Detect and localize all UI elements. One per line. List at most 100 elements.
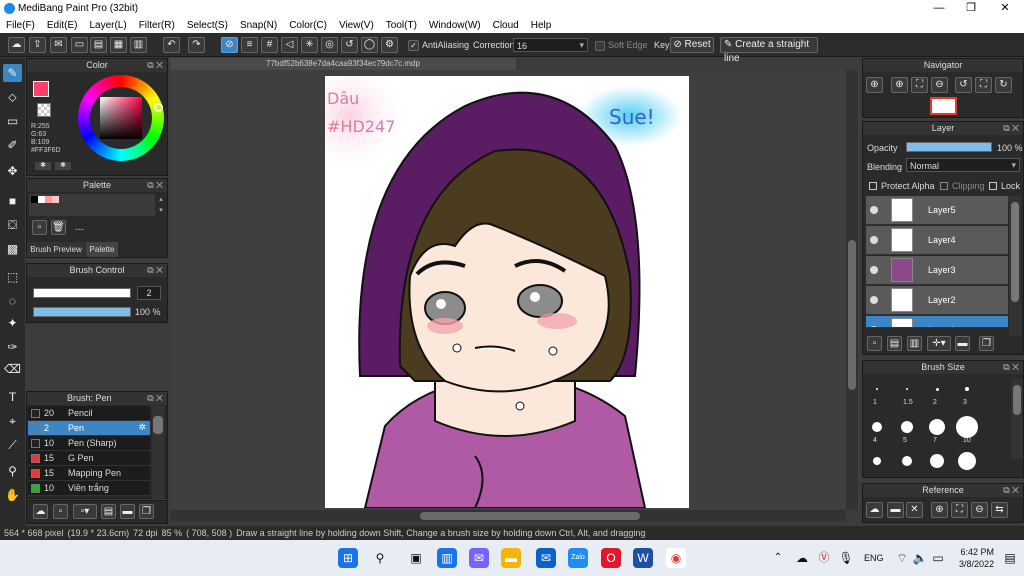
brush-item[interactable]: 2 Pen ✲ <box>28 421 150 436</box>
volume-icon[interactable]: 🔈 <box>910 548 930 568</box>
color-picker-button[interactable]: ✱ <box>55 162 71 170</box>
create-straight-line-button[interactable]: ✎ Create a straight line <box>720 37 818 64</box>
menu-layer[interactable]: Layer(L) <box>89 20 126 31</box>
layer-mask-icon[interactable]: ▥ <box>907 336 922 351</box>
select-tool-icon[interactable]: ⬚ <box>3 268 22 286</box>
page-icon[interactable]: ▭ <box>71 37 88 53</box>
color-sv-square[interactable] <box>100 97 142 139</box>
snap-off-icon[interactable]: ⊘ <box>221 37 238 53</box>
vivaldi-tray-icon[interactable]: Ⓥ <box>814 548 834 568</box>
word-icon[interactable]: W <box>633 548 653 568</box>
clock[interactable]: 6:42 PM 3/8/2022 <box>952 546 994 570</box>
close-panel-icon[interactable]: ⧉ ✕ <box>147 59 163 72</box>
menu-view[interactable]: View(V) <box>339 20 374 31</box>
menu-cloud[interactable]: Cloud <box>493 20 519 31</box>
tab-brush-preview[interactable]: Brush Preview <box>27 242 85 257</box>
cross-snap-icon[interactable]: # <box>261 37 278 53</box>
clipping-checkbox[interactable] <box>940 182 948 190</box>
brush-opacity-slider[interactable] <box>33 307 131 317</box>
palette-swatch[interactable] <box>38 196 45 203</box>
magic-wand-tool-icon[interactable]: ✦ <box>3 314 22 332</box>
drawing-paper[interactable]: Dâu #HD247 Sue! <box>325 76 689 508</box>
rotate-left-icon[interactable]: ↺ <box>955 77 972 93</box>
operation-tool-icon[interactable]: ⌖ <box>3 412 22 430</box>
comment-icon[interactable]: ✉ <box>50 37 67 53</box>
brush-size-slider[interactable] <box>33 288 131 298</box>
gradient-tool-icon[interactable]: ▩ <box>3 240 22 258</box>
menu-snap[interactable]: Snap(N) <box>240 20 277 31</box>
undo-icon[interactable]: ↶ <box>163 37 180 53</box>
correction-select[interactable]: 16 ▾ <box>513 38 588 52</box>
radial-snap-icon[interactable]: ✳ <box>301 37 318 53</box>
color-mode-button[interactable]: ✱ <box>35 162 51 170</box>
zoom-out-icon[interactable]: ⊖ <box>931 77 948 93</box>
antialias-checkbox[interactable]: ✓ <box>408 40 419 51</box>
brush-copy-icon[interactable]: ▤ <box>101 504 116 519</box>
grid-icon[interactable]: ▦ <box>110 37 127 53</box>
tab-palette[interactable]: Palette <box>86 242 118 257</box>
palette-swatch[interactable] <box>31 196 38 203</box>
brush-item[interactable]: 10 Viền trắng <box>28 481 150 496</box>
brush-size-dot[interactable] <box>876 388 878 390</box>
file-explorer-icon[interactable]: ▬ <box>501 548 521 568</box>
brush-size-dot[interactable] <box>935 387 939 391</box>
add-brush-icon[interactable]: ▫▾ <box>73 504 97 519</box>
layer-row[interactable]: Layer2 <box>866 286 1008 315</box>
brush-size-dot[interactable] <box>956 416 978 438</box>
opera-icon[interactable]: O <box>601 548 621 568</box>
circle-snap-icon[interactable]: ◎ <box>321 37 338 53</box>
cloud-icon[interactable]: ☁ <box>8 37 25 53</box>
palette-swatch[interactable] <box>52 196 59 203</box>
parallel-snap-icon[interactable]: ≡ <box>241 37 258 53</box>
maximize-button[interactable]: ❐ <box>956 0 986 17</box>
hue-handle[interactable] <box>154 103 163 112</box>
primary-color-swatch[interactable] <box>33 81 49 97</box>
medibang-taskbar-icon[interactable]: ◉ <box>666 548 686 568</box>
share-icon[interactable]: ⇪ <box>29 37 46 53</box>
minimize-button[interactable]: — <box>924 0 954 17</box>
reference-open-icon[interactable]: ▬ <box>887 502 904 518</box>
cloud-brush-icon[interactable]: ☁ <box>33 504 48 519</box>
brush-tool-icon[interactable]: ✎ <box>3 64 22 82</box>
folder-icon[interactable]: ▬ <box>120 504 135 519</box>
layer-row[interactable]: Layer4 <box>866 226 1008 255</box>
transparent-color-swatch[interactable] <box>37 103 51 117</box>
reference-cloud-icon[interactable]: ☁ <box>866 502 883 518</box>
duplicate-layer-icon[interactable]: ❐ <box>979 336 994 351</box>
eye-icon[interactable] <box>870 326 878 327</box>
layout-icon[interactable]: ▥ <box>130 37 147 53</box>
brush-size-dot[interactable] <box>965 387 969 391</box>
layer-row[interactable]: Layer1 <box>866 316 1008 328</box>
widgets-icon[interactable]: ▥ <box>437 548 457 568</box>
brush-size-dot[interactable] <box>872 422 882 432</box>
layer-row[interactable]: Layer3 <box>866 256 1008 285</box>
soft-edge-checkbox[interactable] <box>595 41 605 51</box>
eraser-tool-icon[interactable]: ⬦ <box>3 88 22 106</box>
eye-icon[interactable] <box>870 206 878 214</box>
brush-size-dot[interactable] <box>929 419 945 435</box>
canvas-vertical-scrollbar[interactable] <box>846 70 858 510</box>
document-icon[interactable]: ▤ <box>90 37 107 53</box>
duplicate-icon[interactable]: ❐ <box>139 504 154 519</box>
menu-select[interactable]: Select(S) <box>187 20 228 31</box>
chevron-up-icon[interactable]: ⌃ <box>768 548 788 568</box>
eye-icon[interactable] <box>870 296 878 304</box>
search-icon[interactable]: ⚲ <box>370 548 390 568</box>
redo-icon[interactable]: ↷ <box>188 37 205 53</box>
microphone-icon[interactable]: 🎙 <box>836 548 856 568</box>
layer-row[interactable]: Layer5 <box>866 196 1008 225</box>
close-panel-icon[interactable]: ⧉ ✕ <box>147 264 163 277</box>
menu-file[interactable]: File(F) <box>6 20 35 31</box>
new-layer-icon[interactable]: ▫ <box>867 336 882 351</box>
reference-flip-icon[interactable]: ⇆ <box>991 502 1008 518</box>
select-pen-tool-icon[interactable]: ✑ <box>3 338 22 356</box>
wifi-icon[interactable]: ⌔ <box>892 548 912 568</box>
reference-close-icon[interactable]: ✕ <box>906 502 923 518</box>
new-brush-icon[interactable]: ▫ <box>53 504 68 519</box>
battery-icon[interactable]: ▭ <box>928 548 948 568</box>
reference-zoom-in-icon[interactable]: ⊕ <box>931 502 948 518</box>
canvas-horizontal-scrollbar[interactable] <box>170 510 846 522</box>
menu-color[interactable]: Color(C) <box>289 20 327 31</box>
close-panel-icon[interactable]: ⧉ ✕ <box>147 179 163 192</box>
trash-icon[interactable]: 🗑 <box>51 220 66 235</box>
